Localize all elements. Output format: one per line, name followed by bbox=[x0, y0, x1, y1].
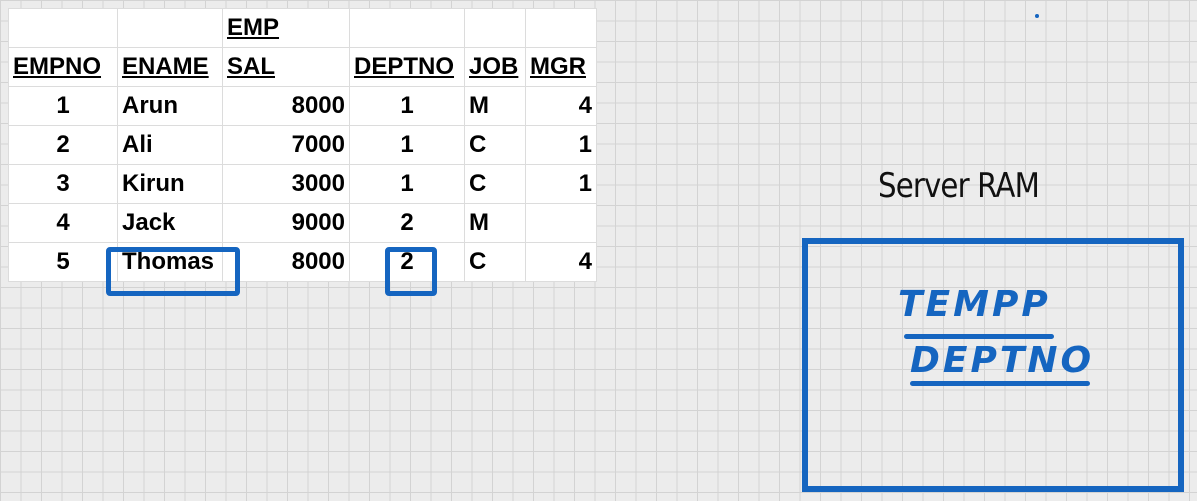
table-row: 4 Jack 9000 2 M bbox=[8, 203, 597, 243]
server-ram-label: Server RAM bbox=[878, 166, 1040, 206]
table-row: 3 Kirun 3000 1 C 1 bbox=[8, 164, 597, 204]
header-deptno: DEPTNO bbox=[349, 47, 465, 87]
cell-sal: 9000 bbox=[222, 203, 350, 243]
cell-empno: 1 bbox=[8, 86, 118, 126]
emp-table: EMP EMPNO ENAME SAL DEPTNO JOB MGR 1 Aru… bbox=[8, 8, 597, 282]
cell-ename: Ali bbox=[117, 125, 223, 165]
ram-word-tempp: TEMPP bbox=[898, 284, 1051, 325]
header-row: EMPNO ENAME SAL DEPTNO JOB MGR bbox=[8, 47, 597, 87]
cell-mgr: 1 bbox=[525, 164, 597, 204]
cell-ename: Jack bbox=[117, 203, 223, 243]
cell-empno: 5 bbox=[8, 242, 118, 282]
cell-empno: 4 bbox=[8, 203, 118, 243]
cell-sal: 8000 bbox=[222, 86, 350, 126]
cell-job: M bbox=[464, 203, 526, 243]
deptno-underline bbox=[910, 381, 1090, 386]
deptno-highlight-box bbox=[385, 247, 437, 296]
header-ename: ENAME bbox=[117, 47, 223, 87]
table-title: EMP bbox=[222, 8, 350, 48]
server-ram-box: TEMPP DEPTNO bbox=[802, 238, 1184, 492]
table-row: 2 Ali 7000 1 C 1 bbox=[8, 125, 597, 165]
cell-mgr: 1 bbox=[525, 125, 597, 165]
cell-empno: 2 bbox=[8, 125, 118, 165]
pen-dot bbox=[1035, 14, 1039, 18]
cell-sal: 8000 bbox=[222, 242, 350, 282]
header-sal: SAL bbox=[222, 47, 350, 87]
cell-ename: Kirun bbox=[117, 164, 223, 204]
cell-deptno: 1 bbox=[349, 164, 465, 204]
cell-sal: 7000 bbox=[222, 125, 350, 165]
header-job: JOB bbox=[464, 47, 526, 87]
cell-deptno: 1 bbox=[349, 86, 465, 126]
cell-deptno: 1 bbox=[349, 125, 465, 165]
cell-mgr: 4 bbox=[525, 242, 597, 282]
cell-mgr: 4 bbox=[525, 86, 597, 126]
cell-job: C bbox=[464, 242, 526, 282]
cell-job: M bbox=[464, 86, 526, 126]
cell-deptno: 2 bbox=[349, 203, 465, 243]
cell-ename: Arun bbox=[117, 86, 223, 126]
table-row: 1 Arun 8000 1 M 4 bbox=[8, 86, 597, 126]
cell-mgr bbox=[525, 203, 597, 243]
cell-job: C bbox=[464, 125, 526, 165]
ram-word-deptno: DEPTNO bbox=[910, 340, 1095, 381]
ename-highlight-box bbox=[106, 247, 240, 296]
table-row: 5 Thomas 8000 2 C 4 bbox=[8, 242, 597, 282]
cell-empno: 3 bbox=[8, 164, 118, 204]
header-mgr: MGR bbox=[525, 47, 597, 87]
cell-job: C bbox=[464, 164, 526, 204]
table-title-row: EMP bbox=[8, 8, 597, 48]
cell-sal: 3000 bbox=[222, 164, 350, 204]
header-empno: EMPNO bbox=[8, 47, 118, 87]
tempp-underline bbox=[904, 334, 1054, 339]
